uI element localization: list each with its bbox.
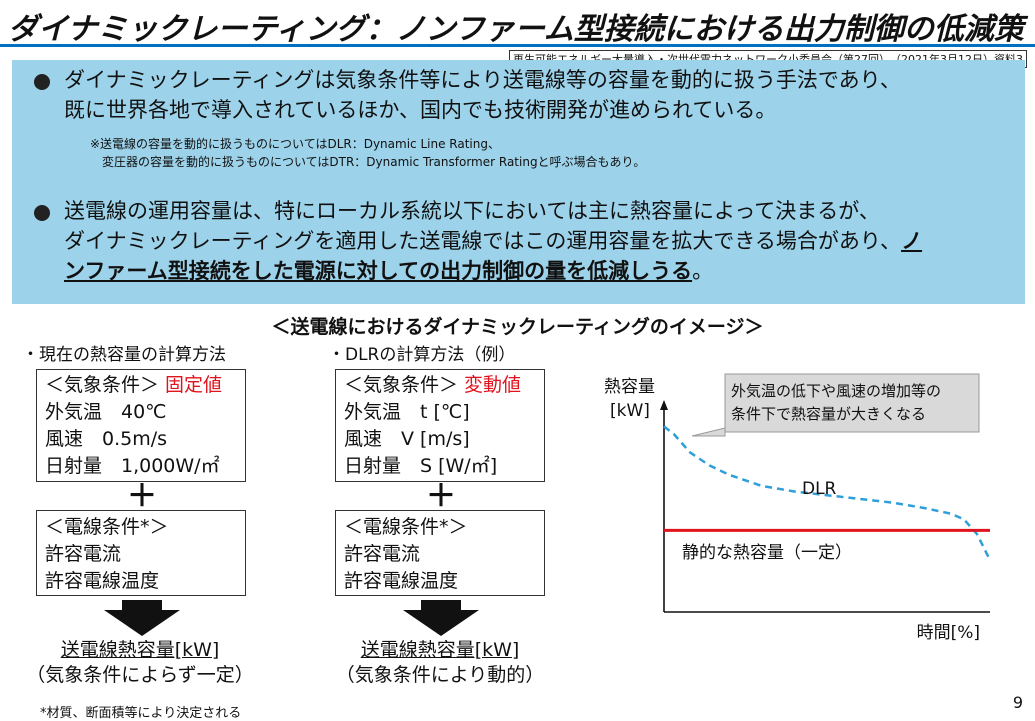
line-title: ＜電線条件*＞ (45, 516, 169, 538)
series-label-static: 静的な熱容量（一定） (682, 543, 852, 563)
dlr-result-line1: 送電線熱容量[kW] (360, 639, 520, 661)
bullet2-period: 。 (692, 259, 714, 283)
callout-pointer (691, 427, 726, 437)
weather-title: ＜気象条件＞ (344, 374, 459, 396)
bullet2-line2-text: ダイナミックレーティングを適用した送電線ではこの運用容量を拡大できる場合があり、 (64, 229, 902, 253)
y-axis-label-line1: 熱容量 (604, 377, 655, 397)
allowable-current: 許容電流 (45, 543, 122, 565)
note-line1: ※送電線の容量を動的に扱うものについてはDLR：Dynamic Line Rat… (90, 137, 500, 151)
down-arrow-icon (104, 600, 180, 636)
callout-line2: 条件下で熱容量が大きくなる (731, 405, 926, 423)
bullet-dot (34, 205, 50, 221)
allowable-wire-temp: 許容電線温度 (344, 570, 459, 592)
bullet2-line1: 送電線の運用容量は、特にローカル系統以下においては主に熱容量によって決まるが、 (64, 199, 880, 223)
bullet2-line3: ンファーム型接続をした電源に対しての出力制御の量を低減しうる。 (64, 256, 713, 286)
bullet2-emphasis: ンファーム型接続をした電源に対しての出力制御の量を低減しうる (64, 259, 693, 283)
note-line2: 変圧器の容量を動的に扱うものについてはDTR：Dynamic Transform… (102, 155, 646, 169)
down-arrow-icon (403, 600, 479, 636)
fixed-value-tag: 固定値 (165, 374, 223, 396)
bullet1-line2: 既に世界各地で導入されているほか、国内でも技術開発が進められている。 (64, 98, 777, 122)
diagram-heading: ＜送電線におけるダイナミックレーティングのイメージ＞ (271, 316, 764, 338)
weather-title: ＜気象条件＞ (45, 374, 160, 396)
line-title: ＜電線条件*＞ (344, 516, 468, 538)
dlr-line-box: ＜電線条件*＞ 許容電流 許容電線温度 (335, 510, 545, 596)
dlr-result-line2: （気象条件により動的） (335, 664, 545, 686)
current-method-label: ・現在の熱容量の計算方法 (22, 345, 226, 365)
weather-title-line: ＜気象条件＞ 変動値 (344, 372, 521, 399)
dlr-chart: 熱容量 [kW] 時間[%] DLR 静的な熱容量（一定） 外気温の低下や風速の増加等の条… (604, 373, 992, 643)
footnote: *材質、断面積等により決定される (40, 706, 242, 721)
variable-value-tag: 変動値 (464, 374, 522, 396)
temp-line: 外気温 t [℃] (344, 401, 470, 423)
current-weather-box: ＜気象条件＞ 固定値 外気温 40℃ 風速 0.5m/s 日射量 1,000W/㎡ (36, 369, 246, 482)
series-label-dlr: DLR (802, 479, 837, 499)
temp-line: 外気温 40℃ (45, 401, 167, 423)
current-result-line2: （気象条件によらず一定） (26, 664, 254, 686)
callout-line1: 外気温の低下や風速の増加等の (731, 382, 941, 400)
bullet-dot (34, 74, 50, 90)
x-axis-label: 時間[%] (917, 623, 980, 643)
title-underline (0, 44, 1035, 47)
y-axis-label-line2: [kW] (610, 401, 650, 421)
current-line-box: ＜電線条件*＞ 許容電流 許容電線温度 (36, 510, 246, 596)
page-title: ダイナミックレーティング：ノンファーム型接続における出力制御の低減策 (8, 12, 1024, 47)
solar-line: 日射量 S [W/㎡] (344, 455, 498, 477)
bullet2-line2: ダイナミックレーティングを適用した送電線ではこの運用容量を拡大できる場合があり、… (64, 226, 922, 256)
bullet1-line1: ダイナミックレーティングは気象条件等により送電線等の容量を動的に扱う手法であり、 (64, 68, 901, 92)
wind-line: 風速 V [m/s] (344, 428, 470, 450)
dlr-method-label: ・DLRの計算方法（例） (328, 345, 516, 365)
solar-line: 日射量 1,000W/㎡ (45, 455, 220, 477)
allowable-current: 許容電流 (344, 543, 421, 565)
plus-sign: ＋ (426, 479, 456, 514)
allowable-wire-temp: 許容電線温度 (45, 570, 160, 592)
current-result-line1: 送電線熱容量[kW] (60, 639, 220, 661)
y-axis-arrow (660, 400, 668, 410)
bullet2-emphasis-start: ノ (901, 229, 923, 253)
plus-sign: ＋ (127, 479, 157, 514)
summary-box: ダイナミックレーティングは気象条件等により送電線等の容量を動的に扱う手法であり、… (12, 60, 1025, 304)
dlr-weather-box: ＜気象条件＞ 変動値 外気温 t [℃] 風速 V [m/s] 日射量 S [W/… (335, 369, 545, 482)
weather-title-line: ＜気象条件＞ 固定値 (45, 372, 222, 399)
page-number: 9 (1012, 693, 1023, 712)
wind-line: 風速 0.5m/s (45, 428, 168, 450)
